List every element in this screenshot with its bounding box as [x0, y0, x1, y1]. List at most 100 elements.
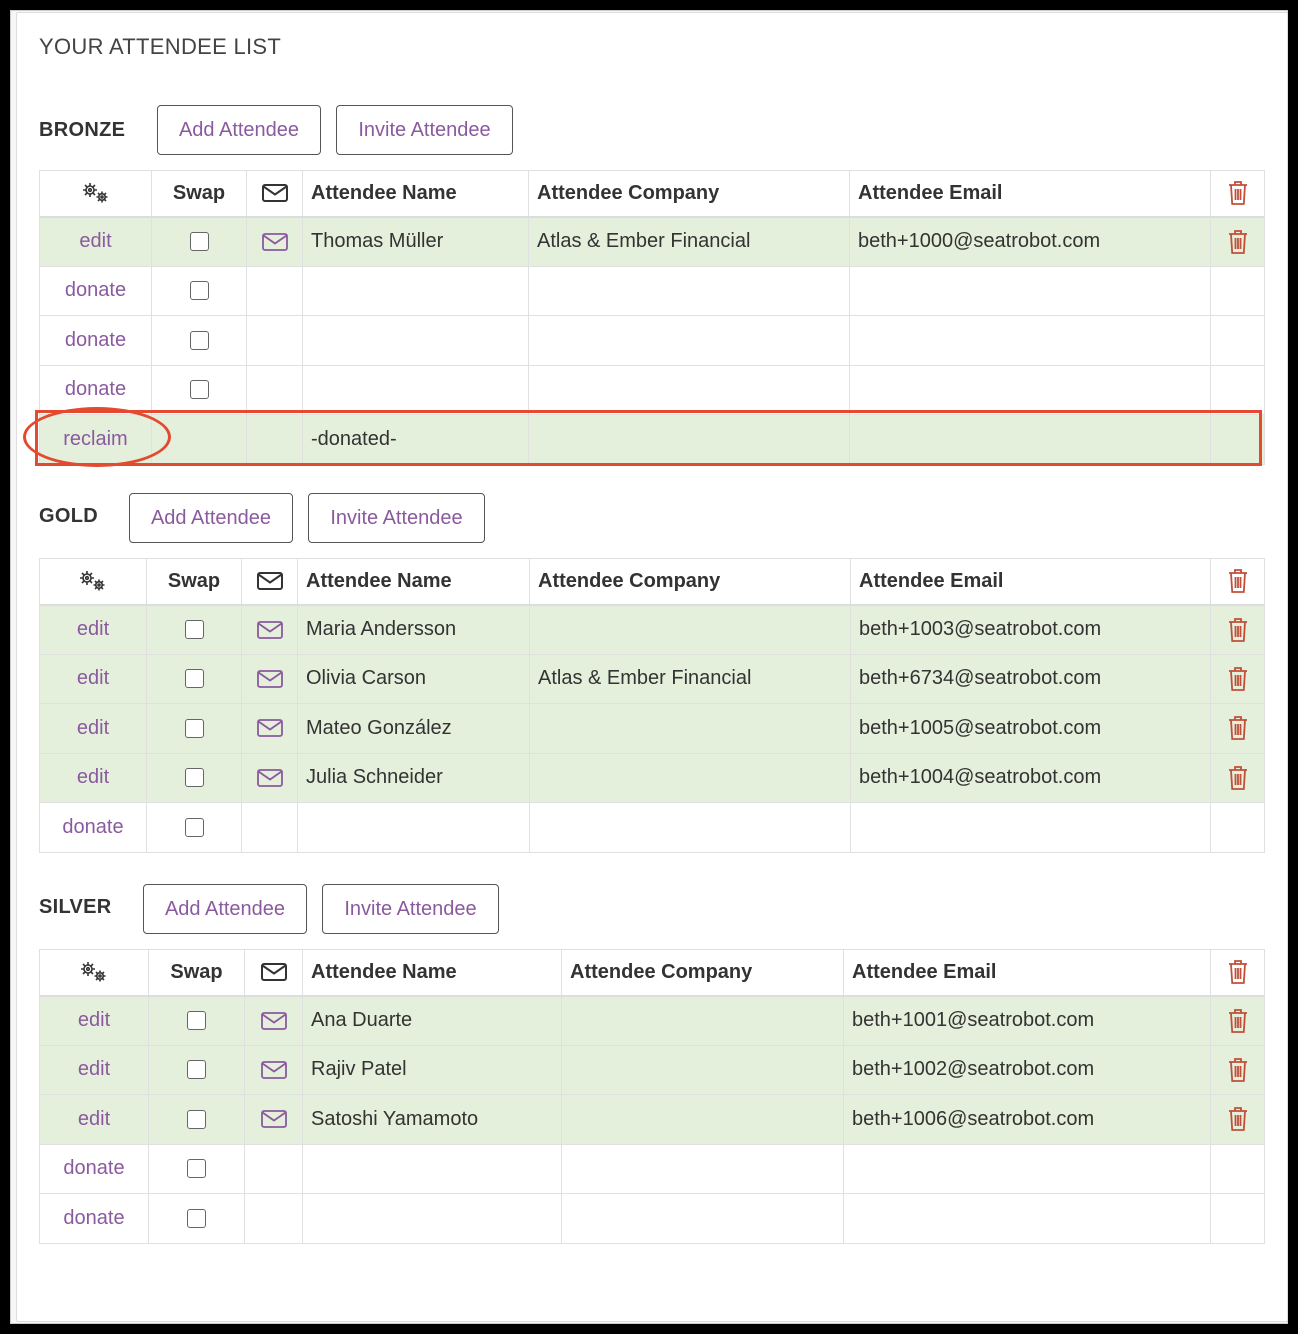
delete-icon[interactable] — [1219, 764, 1256, 792]
header-attendee-email: Attendee Email — [849, 170, 1211, 218]
swap-checkbox[interactable] — [184, 718, 204, 738]
attendee-table-bronze: Swap Attendee Name Attendee Company Attende… — [39, 170, 1265, 465]
trash-icon[interactable] — [1210, 558, 1265, 606]
delete-icon[interactable] — [1219, 1105, 1256, 1133]
table-row: edit Mateo González beth+1005@seatrobot.co… — [39, 703, 1265, 754]
table-row: edit Rajiv Patel beth+1002@seatrobot.com — [39, 1044, 1265, 1095]
send-mail-icon[interactable] — [250, 619, 289, 641]
attendee-email-cell: beth+1006@seatrobot.com — [843, 1094, 1211, 1145]
settings-icon — [39, 949, 149, 997]
send-mail-icon[interactable] — [253, 1108, 294, 1130]
send-mail-icon[interactable] — [250, 668, 289, 690]
swap-checkbox[interactable] — [189, 330, 209, 350]
table-row: donate — [39, 1143, 1265, 1194]
delete-icon[interactable] — [1219, 665, 1256, 693]
attendee-email-cell — [849, 265, 1211, 316]
table-header-row: Swap Attendee Name Attendee Company Attende… — [39, 170, 1265, 218]
attendee-company-cell — [529, 752, 851, 803]
invite-attendee-button-gold[interactable]: Invite Attendee — [308, 493, 485, 543]
attendee-name-cell — [302, 1193, 562, 1244]
settings-icon — [39, 170, 152, 218]
header-swap: Swap — [146, 558, 242, 606]
swap-checkbox[interactable] — [187, 1060, 206, 1080]
send-mail-icon[interactable] — [253, 1059, 294, 1081]
swap-checkbox[interactable] — [184, 669, 204, 689]
attendee-name-cell: Thomas Müller — [302, 216, 529, 267]
edit-link[interactable]: edit — [77, 717, 109, 739]
attendee-name-cell: -donated- — [302, 414, 529, 465]
donate-link[interactable]: donate — [65, 279, 126, 301]
swap-checkbox[interactable] — [184, 817, 204, 837]
attendee-name-cell: Julia Schneider — [297, 752, 530, 803]
edit-link[interactable]: edit — [78, 1058, 110, 1080]
attendee-name-cell — [302, 364, 529, 415]
delete-icon[interactable] — [1219, 714, 1256, 742]
attendee-email-cell: beth+1003@seatrobot.com — [850, 604, 1211, 655]
attendee-name-cell: Maria Andersson — [297, 604, 530, 655]
swap-checkbox[interactable] — [187, 1208, 206, 1228]
settings-icon — [39, 558, 147, 606]
attendee-name-cell — [302, 1143, 562, 1194]
donate-link[interactable]: donate — [62, 816, 123, 838]
table-row: donate — [39, 802, 1265, 853]
trash-icon[interactable] — [1210, 170, 1265, 218]
donate-link[interactable]: donate — [63, 1207, 124, 1229]
swap-checkbox[interactable] — [187, 1011, 206, 1031]
delete-icon[interactable] — [1219, 228, 1256, 256]
swap-checkbox[interactable] — [189, 380, 209, 400]
attendee-email-cell: beth+1002@seatrobot.com — [843, 1044, 1211, 1095]
invite-attendee-button-bronze[interactable]: Invite Attendee — [336, 105, 513, 155]
attendee-email-cell — [843, 1193, 1211, 1244]
swap-checkbox[interactable] — [189, 281, 209, 301]
send-mail-icon[interactable] — [250, 717, 289, 739]
table-header-row: Swap Attendee Name Attendee Company Attende… — [39, 949, 1265, 997]
edit-link[interactable]: edit — [77, 667, 109, 689]
delete-icon[interactable] — [1219, 1056, 1256, 1084]
edit-link[interactable]: edit — [78, 1108, 110, 1130]
table-row: donate — [39, 265, 1265, 316]
send-mail-icon[interactable] — [250, 767, 289, 789]
attendee-email-cell: beth+1000@seatrobot.com — [849, 216, 1211, 267]
delete-icon[interactable] — [1219, 616, 1256, 644]
attendee-table-gold: Swap Attendee Name Attendee Company Attende… — [39, 558, 1265, 853]
delete-icon[interactable] — [1219, 1007, 1256, 1035]
edit-link[interactable]: edit — [77, 766, 109, 788]
attendee-company-cell — [529, 604, 851, 655]
attendee-company-cell — [528, 364, 850, 415]
swap-checkbox[interactable] — [184, 768, 204, 788]
add-attendee-button-bronze[interactable]: Add Attendee — [157, 105, 321, 155]
attendee-email-cell: beth+1005@seatrobot.com — [850, 703, 1211, 754]
tier-label-silver: SILVER — [39, 896, 112, 918]
table-row: edit Ana Duarte beth+1001@seatrobot.com — [39, 995, 1265, 1046]
send-mail-icon[interactable] — [253, 1010, 294, 1032]
attendee-company-cell: Atlas & Ember Financial — [528, 216, 850, 267]
attendee-company-cell — [528, 315, 850, 366]
attendee-company-cell — [529, 703, 851, 754]
header-attendee-email: Attendee Email — [843, 949, 1211, 997]
attendee-company-cell — [528, 414, 850, 465]
add-attendee-button-silver[interactable]: Add Attendee — [143, 884, 307, 934]
add-attendee-button-gold[interactable]: Add Attendee — [129, 493, 293, 543]
header-attendee-name: Attendee Name — [302, 949, 562, 997]
attendee-company-cell — [561, 1094, 844, 1145]
attendee-company-cell — [561, 1044, 844, 1095]
table-row: edit Satoshi Yamamoto beth+1006@seatrobot.… — [39, 1094, 1265, 1145]
edit-link[interactable]: edit — [79, 230, 111, 252]
edit-link[interactable]: edit — [77, 618, 109, 640]
reclaim-link[interactable]: reclaim — [63, 428, 127, 450]
attendee-table-silver: Swap Attendee Name Attendee Company Attende… — [39, 949, 1265, 1244]
header-attendee-name: Attendee Name — [302, 170, 529, 218]
edit-link[interactable]: edit — [78, 1009, 110, 1031]
swap-checkbox[interactable] — [187, 1159, 206, 1179]
attendee-company-cell — [561, 1143, 844, 1194]
donate-link[interactable]: donate — [63, 1157, 124, 1179]
trash-icon[interactable] — [1210, 949, 1265, 997]
send-mail-icon[interactable] — [255, 231, 294, 253]
swap-checkbox[interactable] — [187, 1109, 206, 1129]
header-swap: Swap — [148, 949, 245, 997]
donate-link[interactable]: donate — [65, 378, 126, 400]
swap-checkbox[interactable] — [184, 620, 204, 640]
donate-link[interactable]: donate — [65, 329, 126, 351]
invite-attendee-button-silver[interactable]: Invite Attendee — [322, 884, 499, 934]
swap-checkbox[interactable] — [189, 232, 209, 252]
